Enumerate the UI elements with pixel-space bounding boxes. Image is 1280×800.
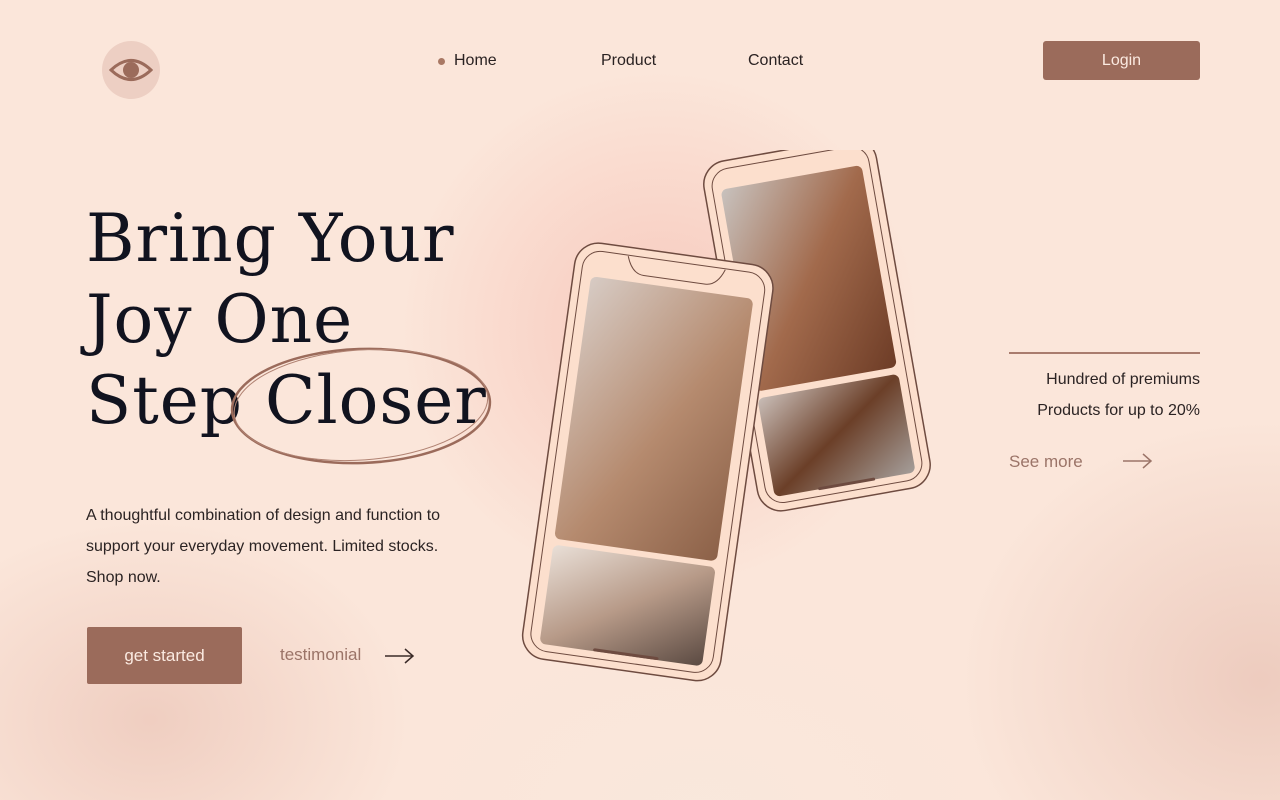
nav-product[interactable]: Product <box>601 50 656 72</box>
phone-front <box>521 242 774 682</box>
login-button[interactable]: Login <box>1043 41 1200 80</box>
phones-illustration <box>521 150 931 682</box>
active-nav-dot <box>438 58 445 65</box>
testimonial-link[interactable]: testimonial <box>280 645 361 665</box>
hero-description: A thoughtful combination of design and f… <box>86 507 441 586</box>
get-started-button[interactable]: get started <box>87 627 242 684</box>
eye-icon <box>109 59 153 81</box>
highlight-ellipse <box>230 347 492 465</box>
side-text-line-2: Products for up to 20% <box>1037 402 1200 419</box>
logo[interactable] <box>102 41 160 99</box>
hero-title-line-1: Bring Your <box>86 200 455 277</box>
nav-contact[interactable]: Contact <box>748 50 803 72</box>
see-more-link[interactable]: See more <box>1009 452 1083 472</box>
side-text-line-1: Hundred of premiums <box>1046 371 1200 388</box>
side-divider <box>1009 352 1200 354</box>
arrow-right-icon[interactable] <box>384 646 416 666</box>
arrow-right-icon[interactable] <box>1122 451 1154 471</box>
nav-home[interactable]: Home <box>454 50 497 72</box>
